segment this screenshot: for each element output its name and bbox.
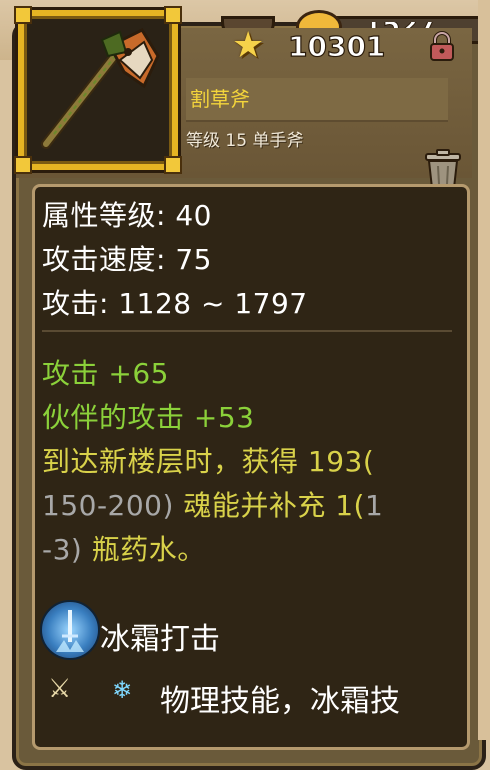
- item-icon-frame[interactable]: [14, 6, 182, 174]
- bonus-attack: 攻击 +65: [42, 357, 169, 390]
- skill-name: 冰霜打击: [100, 622, 220, 657]
- sword-ice-icon: [56, 610, 84, 652]
- snowflake-icon: ❄: [112, 676, 133, 704]
- frame-corner-icon: [14, 156, 32, 174]
- effect-range-2-start: 1: [364, 489, 384, 522]
- effect-line-2: 150-200) 魂能并补充 1(1: [42, 484, 383, 524]
- effect-line-1: 到达新楼层时，获得 193(: [42, 445, 375, 478]
- item-price: 10301: [287, 29, 386, 63]
- frame-corner-icon: [164, 156, 182, 174]
- effect-range-1: 150-200): [42, 489, 174, 522]
- divider: [42, 330, 452, 332]
- item-name: 割草斧: [186, 78, 448, 122]
- effect-line-3: -3) 瓶药水。: [42, 528, 206, 568]
- effect-text-3: 瓶药水。: [82, 533, 206, 566]
- axe-icon: [41, 28, 160, 149]
- stat-attr-level: 属性等级: 40: [42, 199, 212, 232]
- frame-corner-icon: [14, 6, 32, 24]
- sword-icon: ⚔: [48, 674, 72, 704]
- frost-strike-icon[interactable]: [40, 600, 100, 660]
- effect-range-2-end: -3): [42, 533, 83, 566]
- stat-attack-speed: 攻击速度: 75: [42, 243, 212, 276]
- item-subtitle: 等级 15 单手斧: [186, 131, 304, 151]
- skill-tags: 物理技能，冰霜技: [160, 684, 400, 719]
- lock-icon[interactable]: [426, 30, 458, 62]
- star-price-icon: ★: [232, 25, 265, 66]
- bonus-companion-attack: 伙伴的攻击 +53: [42, 401, 255, 434]
- frame-corner-icon: [164, 6, 182, 24]
- effect-text-2: 魂能并补充 1(: [173, 489, 365, 522]
- right-edge: [478, 0, 490, 740]
- stat-attack: 攻击: 1128 ~ 1797: [42, 287, 308, 320]
